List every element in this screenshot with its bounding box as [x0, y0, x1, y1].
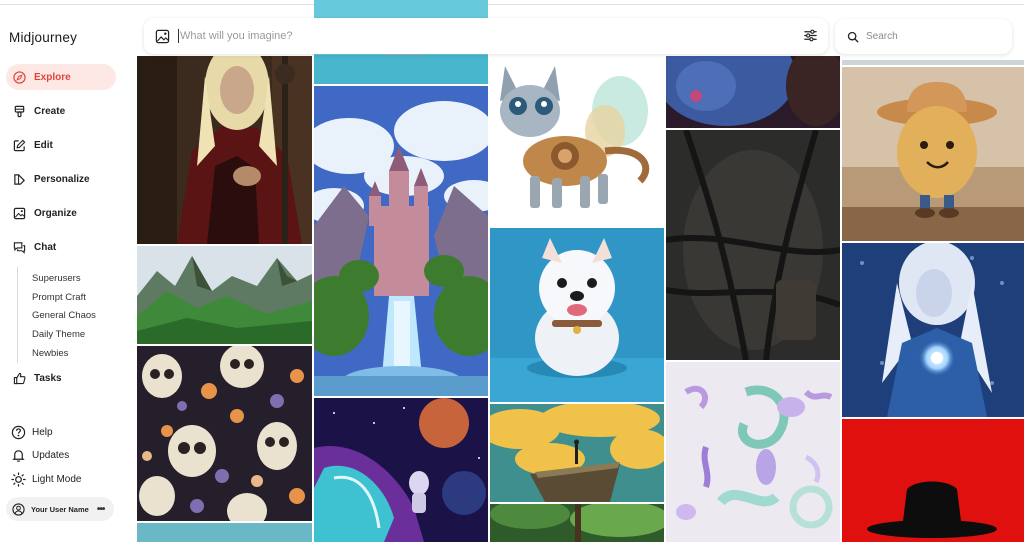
- nav-personalize[interactable]: Personalize: [6, 166, 116, 192]
- gallery-image-warrior[interactable]: [137, 56, 312, 244]
- search-bar: [835, 19, 1012, 54]
- gallery-image-blue-creature[interactable]: [666, 56, 840, 128]
- nav-chat-label: Chat: [34, 241, 57, 253]
- search-icon: [847, 31, 859, 43]
- nav-explore-label: Explore: [34, 71, 71, 83]
- compass-icon: [12, 70, 26, 84]
- app-logo[interactable]: Midjourney: [9, 30, 77, 45]
- nav-create-label: Create: [34, 105, 66, 117]
- edit-icon: [12, 138, 26, 152]
- user-avatar-icon: [12, 502, 25, 516]
- light-mode-label: Light Mode: [32, 473, 82, 485]
- nav-edit-label: Edit: [34, 139, 53, 151]
- gallery-image-astronaut-wave[interactable]: [314, 398, 488, 542]
- chat-room-newbies[interactable]: Newbies: [32, 348, 68, 359]
- chat-room-prompt-craft[interactable]: Prompt Craft: [32, 292, 86, 303]
- palette-icon: [12, 172, 26, 186]
- chat-room-general-chaos[interactable]: General Chaos: [32, 310, 96, 321]
- chat-room-daily-theme[interactable]: Daily Theme: [32, 329, 85, 340]
- gallery-image-terrier[interactable]: [490, 228, 664, 402]
- user-name: Your User Name: [31, 504, 89, 514]
- bell-icon: [10, 447, 26, 463]
- gallery-image-bottom-strip-1[interactable]: [137, 523, 312, 542]
- chat-icon: [12, 240, 26, 254]
- gallery-image-frost-strip[interactable]: [842, 56, 1024, 65]
- explore-gallery: [137, 0, 1024, 542]
- sun-icon: [10, 471, 26, 487]
- nav-personalize-label: Personalize: [34, 173, 90, 185]
- updates-link[interactable]: Updates: [6, 445, 69, 465]
- image-icon: [12, 206, 26, 220]
- nav-tasks[interactable]: Tasks: [6, 365, 116, 391]
- help-link[interactable]: Help: [6, 422, 53, 442]
- nav-organize-label: Organize: [34, 207, 77, 219]
- light-mode-toggle[interactable]: Light Mode: [6, 469, 81, 489]
- gallery-image-black-hat[interactable]: [842, 419, 1024, 542]
- gallery-image-castle[interactable]: [314, 86, 488, 396]
- gallery-image-cliff-clouds[interactable]: [490, 404, 664, 502]
- gallery-image-potato-cowboy[interactable]: [842, 67, 1024, 241]
- nav-tasks-label: Tasks: [34, 372, 62, 384]
- chat-room-superusers[interactable]: Superusers: [32, 273, 81, 284]
- gallery-image-ice-elf[interactable]: [842, 243, 1024, 417]
- sidebar: Midjourney Explore Create Edit Personali…: [0, 6, 134, 542]
- user-menu-more-icon[interactable]: •••: [97, 504, 105, 515]
- settings-sliders-icon[interactable]: [803, 28, 818, 43]
- gallery-image-pastel-shapes[interactable]: [666, 362, 840, 542]
- thumbs-up-icon: [12, 371, 26, 385]
- help-label: Help: [32, 426, 53, 438]
- nav-explore[interactable]: Explore: [6, 64, 116, 90]
- nav-create[interactable]: Create: [6, 98, 116, 124]
- gallery-image-skulls[interactable]: [137, 346, 312, 521]
- nav-organize[interactable]: Organize: [6, 200, 116, 226]
- nav-edit[interactable]: Edit: [6, 132, 116, 158]
- search-input[interactable]: [866, 31, 996, 42]
- nav-chat[interactable]: Chat: [6, 234, 116, 260]
- imagine-input[interactable]: [180, 30, 740, 42]
- gallery-image-chains[interactable]: [666, 130, 840, 360]
- gallery-image-forest[interactable]: [490, 504, 664, 542]
- brush-icon: [12, 104, 26, 118]
- image-upload-icon[interactable]: [155, 29, 170, 44]
- help-icon: [10, 424, 26, 440]
- gallery-image-robot-cat[interactable]: [490, 56, 664, 226]
- updates-label: Updates: [32, 449, 70, 461]
- text-cursor: [178, 29, 179, 43]
- imagine-bar: [144, 18, 828, 54]
- gallery-image-mountains[interactable]: [137, 246, 312, 344]
- chat-rooms-list: Superusers Prompt Craft General Chaos Da…: [17, 267, 117, 363]
- user-menu[interactable]: Your User Name •••: [6, 497, 114, 521]
